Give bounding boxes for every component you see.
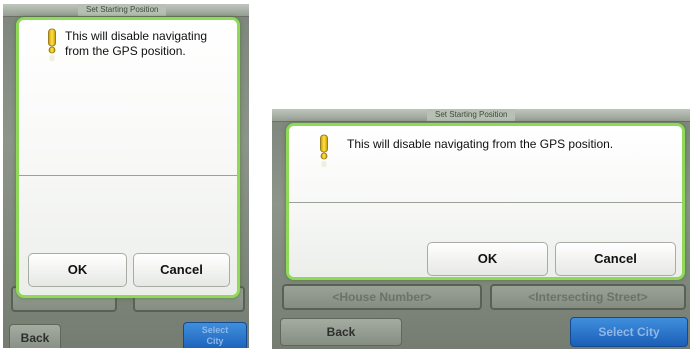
exclamation-warning-icon [320, 134, 328, 167]
select-city-button[interactable]: Select City [570, 317, 688, 347]
dialog-message: This will disable navigating from the GP… [65, 29, 208, 58]
confirm-dialog: This will disable navigating from the GP… [286, 123, 685, 280]
dialog-divider [289, 202, 682, 203]
back-button[interactable]: Back [9, 324, 61, 348]
portrait-screen: Set Starting Position Back Select City T… [3, 4, 249, 348]
cancel-button[interactable]: Cancel [555, 242, 676, 276]
landscape-screen: Set Starting Position <House Number> <In… [272, 109, 690, 349]
select-city-button[interactable]: Select City [183, 322, 247, 348]
dialog-message: This will disable navigating from the GP… [347, 137, 614, 151]
intersecting-street-field[interactable]: <Intersecting Street> [490, 284, 686, 310]
cancel-button[interactable]: Cancel [133, 253, 230, 287]
confirm-dialog: This will disable navigating from the GP… [16, 17, 240, 298]
ok-button[interactable]: OK [427, 242, 548, 276]
back-button[interactable]: Back [280, 318, 402, 346]
house-number-field[interactable]: <House Number> [282, 284, 482, 310]
screen-title: Set Starting Position [427, 109, 516, 121]
select-city-label-line2: City [206, 336, 224, 346]
dialog-divider [19, 175, 237, 176]
ok-button[interactable]: OK [28, 253, 127, 287]
exclamation-warning-icon [48, 28, 56, 61]
select-city-label-line1: Select [201, 325, 229, 335]
screen-title: Set Starting Position [78, 4, 167, 16]
